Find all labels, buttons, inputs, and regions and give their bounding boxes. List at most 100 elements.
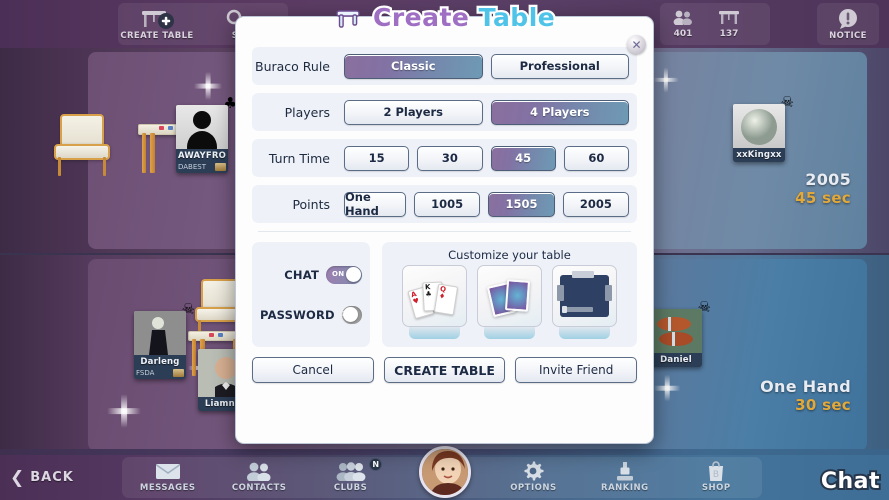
user-avatar[interactable]: [419, 446, 471, 498]
theme-card-face[interactable]: A ♥ K ♣ Q ♦: [402, 265, 467, 339]
player-card[interactable]: ♣ AWAYFRO DABEST: [176, 96, 237, 173]
dialog-action-buttons: Cancel CREATE TABLE Invite Friend: [252, 357, 638, 383]
password-label: PASSWORD: [260, 307, 335, 322]
avatar: [134, 311, 186, 355]
option-turn-15[interactable]: 15: [344, 145, 410, 171]
option-points-2005[interactable]: 2005: [562, 191, 629, 217]
open-tables-count: 137: [719, 29, 739, 39]
dialog-mid-section: CHAT ON PASSWORD OFF Customize your tabl…: [252, 242, 637, 347]
row-label: Points: [292, 196, 330, 212]
thumb-base: [559, 327, 610, 339]
table-icon: [717, 9, 741, 29]
people-icon: [672, 9, 694, 29]
row-options: Classic Professional: [344, 53, 629, 79]
rank-badge-icon: [173, 369, 184, 377]
chair: [52, 114, 112, 176]
row-label: Players: [284, 104, 330, 120]
online-players-counter: 401: [660, 9, 706, 39]
silhouette-icon: [187, 111, 217, 149]
toggle-knob: [345, 267, 361, 282]
nav-label: OPTIONS: [510, 483, 557, 493]
player-name: Daniel: [660, 355, 692, 365]
player-card[interactable]: ☠ Darleng FSDA: [134, 302, 195, 379]
close-icon: ✕: [631, 37, 642, 52]
nav-label: CONTACTS: [231, 483, 287, 493]
option-4-players[interactable]: 4 Players: [490, 99, 629, 125]
chat-button[interactable]: Chat: [819, 467, 882, 496]
setting-row-points: Points One Hand 1005 1505 2005: [252, 185, 637, 223]
row-label: Turn Time: [268, 150, 330, 166]
option-turn-45[interactable]: 45: [490, 145, 556, 171]
nav-label: SHOP: [701, 483, 731, 493]
chat-toggle[interactable]: ON: [326, 265, 362, 284]
nav-item-options[interactable]: OPTIONS: [488, 457, 579, 493]
card-back-preview-icon: [477, 265, 542, 327]
online-players-count: 401: [673, 29, 693, 39]
notice-group: NOTICE: [817, 3, 879, 45]
club-tag: DABEST: [178, 163, 206, 171]
nav-item-contacts[interactable]: CONTACTS: [213, 457, 304, 493]
theme-thumbnails: A ♥ K ♣ Q ♦: [392, 265, 627, 339]
password-toggle-row: PASSWORD OFF: [260, 305, 362, 324]
shopping-bag-icon: B: [706, 460, 726, 482]
nav-label: RANKING: [601, 483, 649, 493]
notice-bubble-icon: [836, 8, 860, 30]
clubs-notification-badge: N: [369, 458, 383, 471]
figure-icon: [134, 311, 186, 355]
rank-badge-icon: [215, 163, 226, 171]
bottom-nav-bar: ❮ BACK MESSAGES CONTACTS N CLUBS OPTIONS…: [0, 446, 889, 500]
table-plus-icon: [139, 8, 175, 30]
theme-card-back[interactable]: [477, 265, 542, 339]
create-table-dialog: Create Table ✕ Buraco Rule Classic Profe…: [235, 1, 654, 444]
card-face-preview-icon: A ♥ K ♣ Q ♦: [402, 265, 467, 327]
option-points-1005[interactable]: 1005: [414, 191, 481, 217]
divider: [258, 231, 631, 232]
sphere-icon: [741, 109, 777, 145]
back-button[interactable]: ❮ BACK: [10, 455, 74, 500]
option-turn-60[interactable]: 60: [563, 145, 629, 171]
option-points-1505[interactable]: 1505: [488, 191, 555, 217]
customize-table-panel: Customize your table A ♥ K ♣ Q ♦: [382, 242, 637, 347]
notice-button[interactable]: NOTICE: [817, 3, 879, 45]
cancel-button[interactable]: Cancel: [252, 357, 374, 383]
create-table-confirm-button[interactable]: CREATE TABLE: [383, 357, 506, 383]
create-table-button[interactable]: CREATE TABLE: [118, 3, 196, 45]
sparkle-icon: [100, 387, 148, 435]
option-classic[interactable]: Classic: [344, 53, 483, 79]
player-club: FSDA: [134, 369, 186, 379]
thumb-base: [484, 327, 535, 339]
chat-label: Chat: [819, 467, 882, 496]
password-toggle[interactable]: OFF: [341, 305, 362, 324]
room-points: 2005: [805, 170, 851, 189]
option-turn-30[interactable]: 30: [417, 145, 483, 171]
invite-friend-button[interactable]: Invite Friend: [515, 357, 638, 383]
thumb-base: [409, 327, 460, 339]
player-name: AWAYFRO: [177, 151, 227, 161]
player-name: Darleng: [140, 357, 180, 367]
close-button[interactable]: ✕: [627, 35, 646, 54]
theme-table-board[interactable]: [552, 265, 617, 339]
player-card[interactable]: ☠ Daniel: [650, 300, 711, 367]
toggle-knob: [343, 307, 359, 322]
trophy-icon: [613, 460, 637, 482]
svg-text:B: B: [713, 470, 719, 480]
nav-item-messages[interactable]: MESSAGES: [122, 457, 213, 493]
option-2-players[interactable]: 2 Players: [344, 99, 483, 125]
room-turn-time: 45 sec: [795, 189, 851, 207]
nav-item-ranking[interactable]: RANKING: [579, 457, 670, 493]
fish-photo-icon: [650, 309, 702, 353]
nav-item-shop[interactable]: B SHOP: [671, 457, 762, 493]
player-card[interactable]: ☠ xxKingxx: [733, 95, 794, 162]
option-one-hand[interactable]: One Hand: [344, 190, 406, 218]
nav-label: CLUBS: [333, 483, 368, 493]
gear-icon: [522, 460, 544, 482]
nav-item-clubs[interactable]: N CLUBS: [305, 457, 396, 493]
create-table-label: CREATE TABLE: [120, 30, 194, 41]
row-options: 15 30 45 60: [344, 145, 629, 171]
row-options: 2 Players 4 Players: [344, 99, 629, 125]
option-professional[interactable]: Professional: [490, 53, 629, 79]
board-art: [557, 271, 612, 317]
room-info: One Hand 30 sec: [760, 377, 851, 414]
clubs-icon: [336, 460, 366, 482]
customize-title: Customize your table: [448, 248, 571, 262]
